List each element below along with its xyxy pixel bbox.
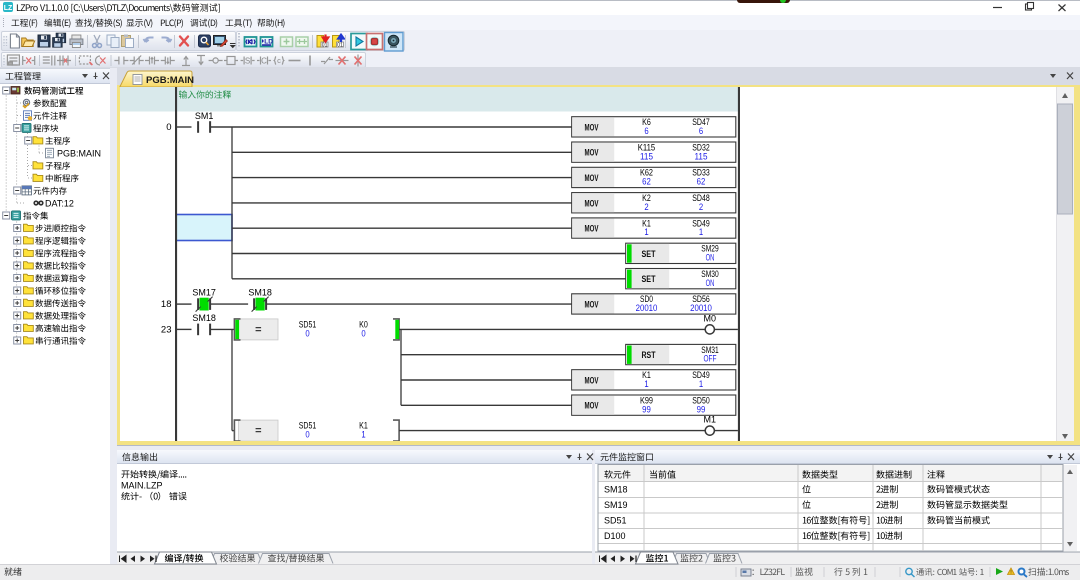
svg-text:SM19: SM19 xyxy=(604,500,628,510)
svg-text:MAIN.LZP: MAIN.LZP xyxy=(121,481,163,491)
svg-text:DAT:12: DAT:12 xyxy=(45,199,74,209)
svg-text:PGB:MAIN: PGB:MAIN xyxy=(57,149,101,159)
svg-text:D100: D100 xyxy=(604,531,626,541)
svg-text:SD51: SD51 xyxy=(604,516,627,526)
svg-text:SM18: SM18 xyxy=(604,485,628,495)
